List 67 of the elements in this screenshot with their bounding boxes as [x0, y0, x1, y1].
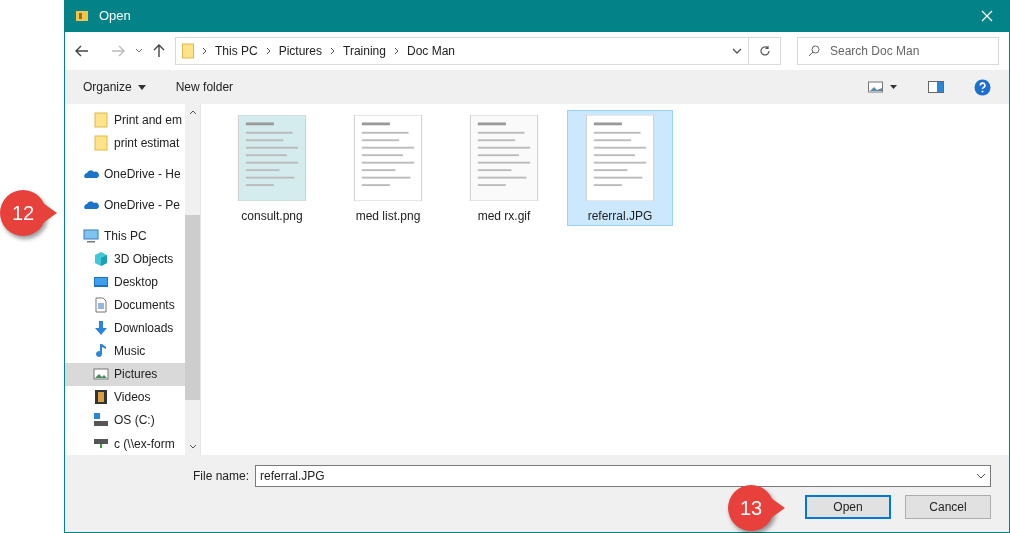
up-arrow-icon[interactable] [153, 44, 165, 58]
address-bar[interactable]: This PC Pictures Training Doc Man [175, 37, 749, 65]
caret-icon [137, 84, 146, 90]
chevron-right-icon [393, 47, 399, 55]
nav-item[interactable]: Downloads [65, 316, 185, 340]
chevron-right-icon [330, 47, 336, 55]
search-icon [808, 45, 820, 57]
cube-icon [93, 250, 109, 267]
image-icon [93, 366, 109, 383]
breadcrumb[interactable]: Doc Man [406, 42, 455, 60]
nav-item[interactable]: 3D Objects [65, 247, 185, 271]
nav-item[interactable]: Documents [65, 293, 185, 317]
drive-icon [93, 412, 109, 429]
chevron-down-icon[interactable] [732, 48, 742, 54]
nav-item[interactable]: print estimat [65, 131, 185, 155]
file-name: referral.JPG [587, 208, 653, 225]
help-icon[interactable] [974, 78, 991, 96]
nav-item[interactable]: Print and em [65, 108, 185, 132]
nav-item[interactable]: c (\\ex-form [65, 432, 185, 456]
file-name: med list.png [355, 208, 421, 225]
file-item[interactable]: consult.png [219, 110, 325, 226]
file-name: med rx.gif [477, 208, 531, 225]
network-drive-icon [93, 439, 109, 449]
nav-item[interactable]: OneDrive - He [65, 162, 185, 186]
close-icon [981, 10, 993, 22]
refresh-button[interactable] [749, 37, 781, 65]
film-icon [93, 389, 109, 406]
chevron-down-icon[interactable] [135, 48, 143, 54]
organize-menu[interactable]: Organize [83, 78, 146, 96]
file-item[interactable]: referral.JPG [567, 110, 673, 226]
nav-item[interactable]: Videos [65, 385, 185, 409]
file-item[interactable]: med rx.gif [451, 110, 557, 226]
nav-item[interactable]: Music [65, 339, 185, 363]
file-item[interactable]: med list.png [335, 110, 441, 226]
search-field[interactable]: Search Doc Man [797, 37, 999, 65]
breadcrumb[interactable]: Pictures [278, 42, 323, 60]
desktop-icon [93, 274, 109, 290]
nav-item[interactable]: OneDrive - Pe [65, 193, 185, 217]
monitor-icon [83, 227, 99, 244]
nav-item[interactable]: Pictures [65, 362, 185, 386]
file-name: consult.png [241, 208, 303, 225]
chevron-down-icon[interactable] [976, 473, 986, 479]
cancel-button[interactable]: Cancel [905, 495, 991, 519]
chevron-right-icon [202, 47, 207, 55]
breadcrumb[interactable]: Training [343, 42, 386, 60]
folder-icon [182, 43, 194, 59]
document-icon [93, 297, 109, 314]
folder-icon [75, 9, 89, 23]
download-arrow-icon [93, 320, 109, 337]
nav-item[interactable]: OS (C:) [65, 408, 185, 432]
open-button[interactable]: Open [805, 495, 891, 519]
file-name-field[interactable]: referral.JPG [255, 465, 991, 487]
file-name-label: File name: [192, 468, 249, 485]
folder-icon [93, 111, 109, 128]
nav-item[interactable]: This PC [65, 224, 185, 248]
chevron-right-icon [265, 47, 271, 55]
refresh-icon [758, 45, 771, 57]
music-note-icon [93, 343, 109, 360]
window-title: Open [99, 7, 131, 26]
folder-icon [93, 134, 109, 151]
new-folder-button[interactable]: New folder [175, 78, 234, 96]
back-arrow-icon[interactable] [75, 45, 89, 57]
nav-item[interactable]: Desktop [65, 270, 185, 294]
preview-pane-icon[interactable] [928, 81, 944, 93]
step-callout: 12 [0, 190, 57, 236]
view-icon[interactable] [868, 81, 898, 93]
breadcrumb[interactable]: This PC [215, 42, 258, 60]
